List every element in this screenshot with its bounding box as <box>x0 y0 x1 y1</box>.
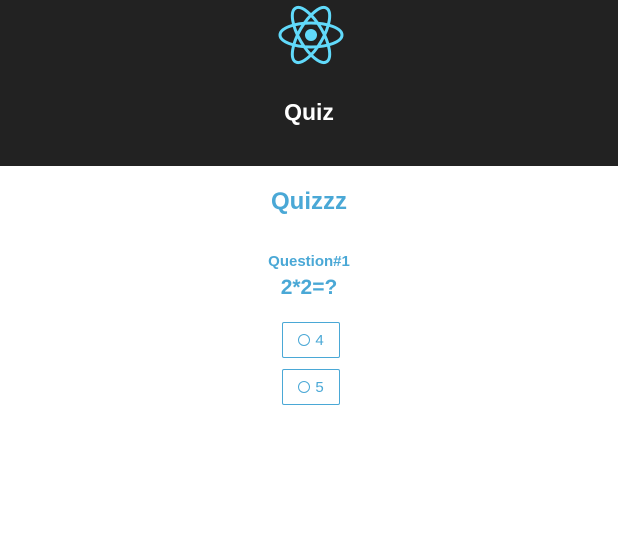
app-header: Quiz <box>0 0 618 166</box>
question-number: Question#1 <box>268 253 350 270</box>
answer-option-label: 5 <box>315 378 324 396</box>
question-text: 2*2=? <box>280 276 338 299</box>
radio-unchecked-icon[interactable] <box>298 334 311 346</box>
react-atom-icon <box>278 5 344 65</box>
answer-option-4[interactable]: 4 <box>282 322 340 358</box>
app-title: Quiz <box>284 99 334 125</box>
answer-option-label: 4 <box>315 331 324 349</box>
radio-unchecked-icon[interactable] <box>298 381 311 393</box>
quiz-title: Quizzz <box>271 188 347 215</box>
answer-option-5[interactable]: 5 <box>282 369 340 405</box>
